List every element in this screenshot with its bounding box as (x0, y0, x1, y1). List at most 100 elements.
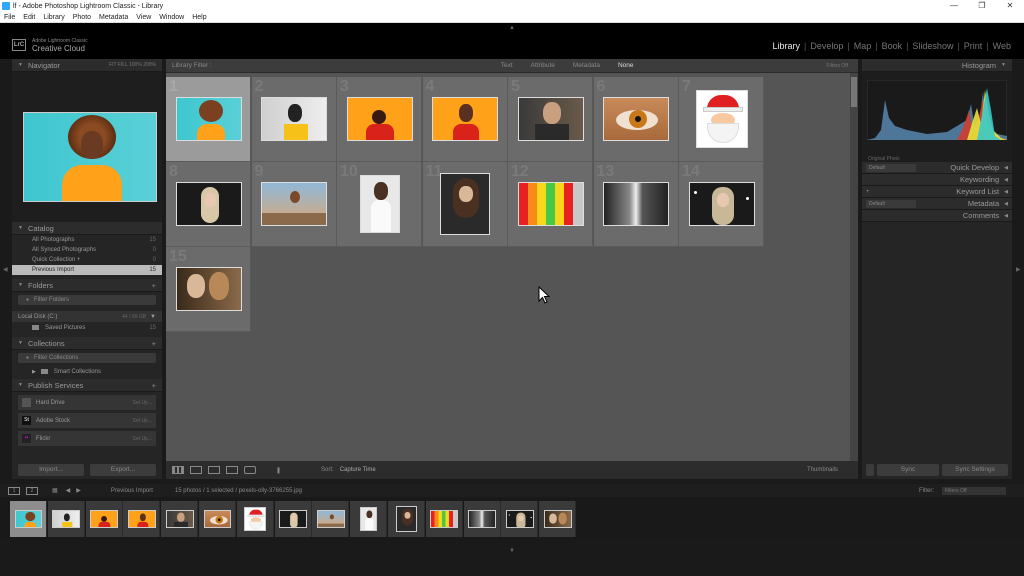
filmstrip-cell[interactable] (312, 501, 350, 537)
filmstrip-cell[interactable] (199, 501, 236, 537)
filmstrip-cell[interactable] (388, 501, 425, 537)
photo-thumbnail[interactable] (517, 181, 584, 226)
publish-adobe-stock[interactable]: St Adobe Stock Set Up... (18, 413, 156, 428)
sync-button[interactable]: Sync (877, 464, 939, 476)
original-photo-checkbox[interactable]: Original Photo (868, 156, 900, 162)
sync-settings-button[interactable]: Sync Settings (942, 464, 1008, 476)
filmstrip-thumbnail[interactable] (396, 505, 417, 532)
navigator-preview[interactable] (12, 72, 162, 222)
photo-thumbnail[interactable] (695, 89, 748, 148)
keyword-list-header[interactable]: + Keyword List ◀ (862, 186, 1012, 198)
filmstrip-cell[interactable] (425, 501, 463, 537)
metadata-header[interactable]: Default Metadata ◀ (862, 198, 1012, 210)
photo-thumbnail[interactable] (261, 181, 327, 226)
filter-collections-input[interactable]: ● Filter Collections (18, 353, 156, 363)
filmstrip-filter-dropdown[interactable]: Filters Off (942, 486, 1006, 495)
filmstrip-cell[interactable] (161, 501, 199, 537)
photo-thumbnail[interactable] (175, 96, 242, 141)
maximize-button[interactable]: ❐ (968, 0, 996, 12)
grid-cell[interactable]: 1 (166, 77, 251, 162)
catalog-item[interactable]: Quick Collection + 0 (12, 255, 162, 265)
comments-header[interactable]: Comments ◀ (862, 210, 1012, 222)
catalog-item-previous-import[interactable]: Previous Import 15 (12, 265, 162, 275)
filter-folders-input[interactable]: ● Filter Folders (18, 295, 156, 305)
collapse-bottom-icon[interactable]: ▼ (509, 548, 515, 554)
metadata-preset-dropdown[interactable]: Default (866, 199, 916, 208)
add-service-icon[interactable]: + (152, 381, 156, 390)
grid-cell[interactable]: 8 (166, 162, 251, 247)
compare-view-icon[interactable] (208, 466, 220, 474)
filmstrip-thumbnail[interactable] (165, 509, 194, 529)
filmstrip-thumbnail[interactable] (360, 506, 378, 532)
publish-services-header[interactable]: ▼ Publish Services + (12, 379, 162, 392)
photo-thumbnail[interactable] (688, 181, 755, 226)
scrollbar-thumb[interactable] (851, 77, 857, 107)
filmstrip-cell[interactable] (501, 501, 539, 537)
keywording-header[interactable]: Keywording ◀ (862, 174, 1012, 186)
import-button[interactable]: Import... (18, 464, 84, 476)
filmstrip-thumbnail[interactable] (14, 509, 43, 529)
photo-thumbnail[interactable] (359, 174, 400, 233)
quick-develop-preset-dropdown[interactable]: Default (866, 163, 916, 172)
filmstrip-source[interactable]: Previous Import (111, 488, 153, 494)
add-folder-icon[interactable]: + (152, 281, 156, 290)
photo-thumbnail[interactable] (603, 96, 669, 141)
forward-arrow-icon[interactable]: ▶ (76, 487, 81, 494)
filmstrip-cell[interactable] (123, 501, 161, 537)
folders-header[interactable]: ▼ Folders + (12, 279, 162, 292)
catalog-item[interactable]: All Synced Photographs 0 (12, 245, 162, 255)
module-library[interactable]: Library (769, 41, 803, 51)
filmstrip-cell[interactable] (10, 501, 47, 537)
people-view-icon[interactable] (244, 466, 256, 474)
filter-text[interactable]: Text (492, 62, 522, 69)
module-web[interactable]: Web (990, 41, 1014, 51)
filmstrip-thumbnail[interactable] (279, 509, 307, 529)
histogram-header[interactable]: Histogram ▼ (862, 59, 1012, 72)
filter-attribute[interactable]: Attribute (522, 62, 564, 69)
filmstrip-thumbnail[interactable] (317, 509, 345, 529)
filters-off-dropdown[interactable]: Filters Off (826, 63, 848, 69)
filmstrip-thumbnail[interactable] (543, 509, 572, 529)
grid-cell[interactable]: 2 (251, 77, 337, 162)
menu-help[interactable]: Help (188, 14, 210, 21)
catalog-header[interactable]: ▼ Catalog (12, 222, 162, 235)
grid-cell[interactable]: 4 (422, 77, 508, 162)
photo-thumbnail[interactable] (603, 181, 669, 226)
menu-metadata[interactable]: Metadata (95, 14, 132, 21)
filmstrip-thumbnail[interactable] (52, 509, 81, 529)
menu-edit[interactable]: Edit (19, 14, 39, 21)
grid-cell[interactable]: 10 (337, 162, 422, 247)
module-slideshow[interactable]: Slideshow (909, 41, 956, 51)
survey-view-icon[interactable] (226, 466, 238, 474)
filmstrip-cell[interactable] (463, 501, 501, 537)
collapse-left-icon[interactable]: ◀ (3, 266, 8, 273)
folder-item[interactable]: Saved Pictures 15 (12, 322, 162, 333)
setup-link[interactable]: Set Up... (133, 418, 152, 424)
module-book[interactable]: Book (879, 41, 906, 51)
menu-file[interactable]: File (0, 14, 19, 21)
grid-icon[interactable]: ▦ (52, 487, 58, 494)
catalog-item[interactable]: All Photographs 15 (12, 235, 162, 245)
smart-collections-item[interactable]: ▶ Smart Collections (12, 366, 162, 377)
filmstrip-thumbnail[interactable] (203, 509, 232, 529)
menu-library[interactable]: Library (39, 14, 68, 21)
publish-hard-drive[interactable]: Hard Drive Set Up... (18, 395, 156, 410)
primary-monitor-icon[interactable]: 1 (8, 486, 20, 495)
grid-scrollbar[interactable] (850, 73, 858, 465)
collections-header[interactable]: ▼ Collections + (12, 337, 162, 350)
grid-cell[interactable]: 5 (508, 77, 593, 162)
add-collection-icon[interactable]: + (152, 339, 156, 348)
minimize-button[interactable]: — (940, 0, 968, 12)
collapse-top-icon[interactable]: ▲ (509, 25, 515, 31)
filmstrip-thumbnail[interactable] (506, 509, 534, 529)
menu-window[interactable]: Window (155, 14, 188, 21)
filmstrip-thumbnail[interactable] (90, 509, 118, 529)
photo-thumbnail[interactable] (346, 96, 413, 141)
filmstrip-cell[interactable] (539, 501, 577, 537)
secondary-monitor-icon[interactable]: 2 (26, 486, 38, 495)
filmstrip-thumbnail[interactable] (244, 506, 267, 532)
filmstrip-cell[interactable] (236, 501, 274, 537)
filmstrip-cell[interactable] (47, 501, 85, 537)
grid-cell[interactable]: 3 (337, 77, 422, 162)
filmstrip-thumbnail[interactable] (468, 509, 496, 529)
